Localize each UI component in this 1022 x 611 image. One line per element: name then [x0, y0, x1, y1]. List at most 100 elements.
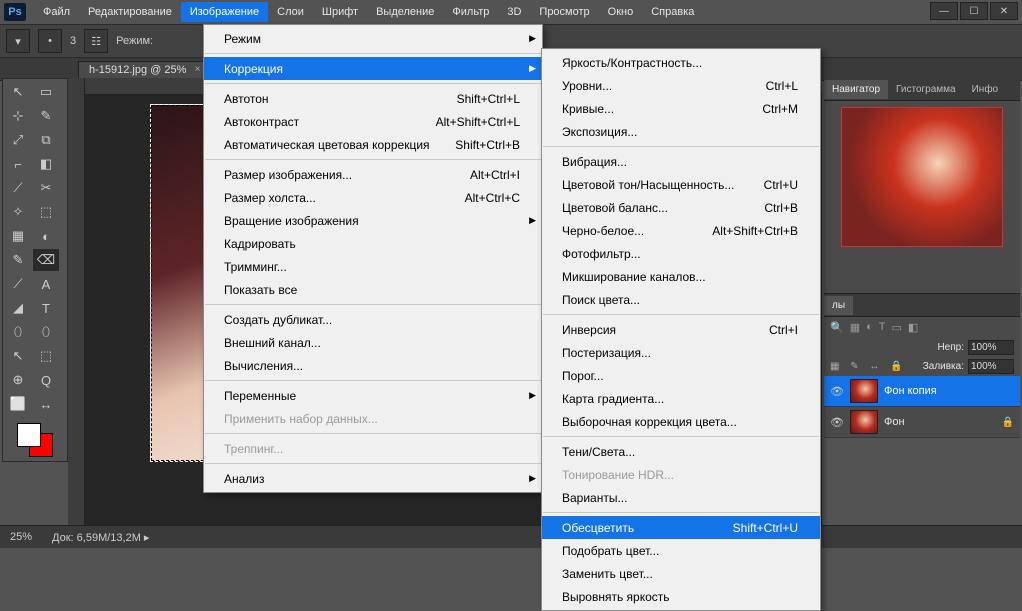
tool-1[interactable]: ▭ [33, 81, 59, 103]
tool-8[interactable]: ⟋ [5, 177, 31, 199]
menu-фильтр[interactable]: Фильтр [443, 2, 498, 22]
tool-7[interactable]: ◧ [33, 153, 59, 175]
visibility-icon[interactable]: 👁 [830, 416, 844, 429]
menu-окно[interactable]: Окно [599, 2, 643, 22]
menu-item[interactable]: Черно-белое...Alt+Shift+Ctrl+B [542, 219, 820, 242]
tool-6[interactable]: ⌐ [5, 153, 31, 175]
filter-shape-icon[interactable]: ▭ [892, 321, 902, 334]
menu-item[interactable]: Микширование каналов... [542, 265, 820, 288]
tool-27[interactable]: ↔ [33, 393, 59, 415]
menu-item[interactable]: Цветовой баланс...Ctrl+B [542, 196, 820, 219]
tool-4[interactable]: ⤢ [5, 129, 31, 151]
menu-выделение[interactable]: Выделение [367, 2, 443, 22]
panel-tab-2[interactable]: Инфо [964, 80, 1007, 99]
menu-item[interactable]: Постеризация... [542, 341, 820, 364]
tool-11[interactable]: ⬚ [33, 201, 59, 223]
document-tab[interactable]: h-15912.jpg @ 25% × [78, 61, 205, 78]
menu-item[interactable]: Варианты... [542, 486, 820, 509]
brush-panel-icon[interactable]: ☷ [84, 29, 108, 53]
menu-item[interactable]: Переменные▶ [204, 384, 542, 407]
visibility-icon[interactable]: 👁 [830, 385, 844, 398]
menu-item[interactable]: Коррекция▶ [204, 57, 542, 80]
menu-слои[interactable]: Слои [268, 2, 313, 22]
filter-pixel-icon[interactable]: ▦ [850, 321, 860, 334]
menu-item[interactable]: Создать дубликат... [204, 308, 542, 331]
menu-изображение[interactable]: Изображение [181, 2, 268, 22]
tool-25[interactable]: Q [33, 369, 59, 391]
zoom-level[interactable]: 25% [10, 531, 32, 543]
tool-12[interactable]: ▦ [5, 225, 31, 247]
menu-item[interactable]: Экспозиция... [542, 120, 820, 143]
menu-item[interactable]: АвтотонShift+Ctrl+L [204, 87, 542, 110]
menu-item[interactable]: Автоматическая цветовая коррекцияShift+C… [204, 133, 542, 156]
menu-item[interactable]: Порог... [542, 364, 820, 387]
menu-item[interactable]: Вращение изображения▶ [204, 209, 542, 232]
tool-19[interactable]: T [33, 297, 59, 319]
tool-26[interactable]: ⬜ [5, 393, 31, 415]
brush-preview[interactable]: • [38, 29, 62, 53]
tool-23[interactable]: ⬚ [33, 345, 59, 367]
menu-item[interactable]: ОбесцветитьShift+Ctrl+U [542, 516, 820, 539]
lock-icons[interactable]: ▦ ✎ ↔ 🔒 [830, 361, 907, 372]
layer-row[interactable]: 👁Фон🔒 [824, 407, 1020, 438]
menu-item[interactable]: Выровнять яркость [542, 585, 820, 608]
fill-input[interactable] [968, 359, 1014, 374]
filter-type-icon[interactable]: T [879, 321, 886, 334]
tool-10[interactable]: ✧ [5, 201, 31, 223]
menu-шрифт[interactable]: Шрифт [313, 2, 367, 22]
menu-item[interactable]: Карта градиента... [542, 387, 820, 410]
tool-16[interactable]: ⟋ [5, 273, 31, 295]
menu-item[interactable]: Уровни...Ctrl+L [542, 74, 820, 97]
menu-item[interactable]: Размер холста...Alt+Ctrl+C [204, 186, 542, 209]
menu-item[interactable]: Заменить цвет... [542, 562, 820, 585]
navigator-thumbnail[interactable] [841, 107, 1003, 247]
tool-18[interactable]: ◢ [5, 297, 31, 319]
tool-9[interactable]: ✂ [33, 177, 59, 199]
layers-tab[interactable]: лы [824, 296, 853, 315]
tool-13[interactable]: ◐ [33, 225, 59, 247]
tool-2[interactable]: ⊹ [5, 105, 31, 127]
tool-24[interactable]: ⊕ [5, 369, 31, 391]
layer-row[interactable]: 👁Фон копия [824, 376, 1020, 407]
menu-просмотр[interactable]: Просмотр [530, 2, 598, 22]
tool-14[interactable]: ✎ [5, 249, 31, 271]
menu-item[interactable]: Фотофильтр... [542, 242, 820, 265]
maximize-button[interactable]: ☐ [960, 2, 988, 20]
menu-item[interactable]: Тени/Света... [542, 440, 820, 463]
menu-item[interactable]: Подобрать цвет... [542, 539, 820, 562]
menu-item[interactable]: Кадрировать [204, 232, 542, 255]
menu-item[interactable]: Цветовой тон/Насыщенность...Ctrl+U [542, 173, 820, 196]
menu-item[interactable]: АвтоконтрастAlt+Shift+Ctrl+L [204, 110, 542, 133]
menu-item[interactable]: Показать все [204, 278, 542, 301]
menu-справка[interactable]: Справка [642, 2, 703, 22]
tool-5[interactable]: ⧉ [33, 129, 59, 151]
filter-adjust-icon[interactable]: ◐ [866, 321, 873, 334]
panel-tab-1[interactable]: Гистограмма [888, 80, 964, 99]
menu-item[interactable]: Размер изображения...Alt+Ctrl+I [204, 163, 542, 186]
tool-0[interactable]: ↖ [5, 81, 31, 103]
close-tab-icon[interactable]: × [195, 64, 201, 75]
menu-item[interactable]: Яркость/Контрастность... [542, 51, 820, 74]
menu-3d[interactable]: 3D [498, 2, 530, 22]
menu-item[interactable]: ИнверсияCtrl+I [542, 318, 820, 341]
tool-20[interactable]: ⬯ [5, 321, 31, 343]
menu-редактирование[interactable]: Редактирование [79, 2, 181, 22]
minimize-button[interactable]: — [930, 2, 958, 20]
panel-tab-0[interactable]: Навигатор [824, 80, 888, 99]
tool-17[interactable]: A [33, 273, 59, 295]
tool-22[interactable]: ↖ [5, 345, 31, 367]
menu-item[interactable]: Анализ▶ [204, 467, 542, 490]
tool-21[interactable]: ⬯ [33, 321, 59, 343]
menu-item[interactable]: Выборочная коррекция цвета... [542, 410, 820, 433]
close-button[interactable]: ✕ [990, 2, 1018, 20]
menu-item[interactable]: Вычисления... [204, 354, 542, 377]
menu-item[interactable]: Вибрация... [542, 150, 820, 173]
menu-item[interactable]: Тримминг... [204, 255, 542, 278]
opacity-input[interactable] [968, 340, 1014, 355]
menu-item[interactable]: Режим▶ [204, 27, 542, 50]
tool-15[interactable]: ⌫ [33, 249, 59, 271]
menu-item[interactable]: Поиск цвета... [542, 288, 820, 311]
filter-kind-icon[interactable]: 🔍 [830, 321, 844, 334]
menu-item[interactable]: Внешний канал... [204, 331, 542, 354]
foreground-color[interactable] [17, 423, 41, 447]
